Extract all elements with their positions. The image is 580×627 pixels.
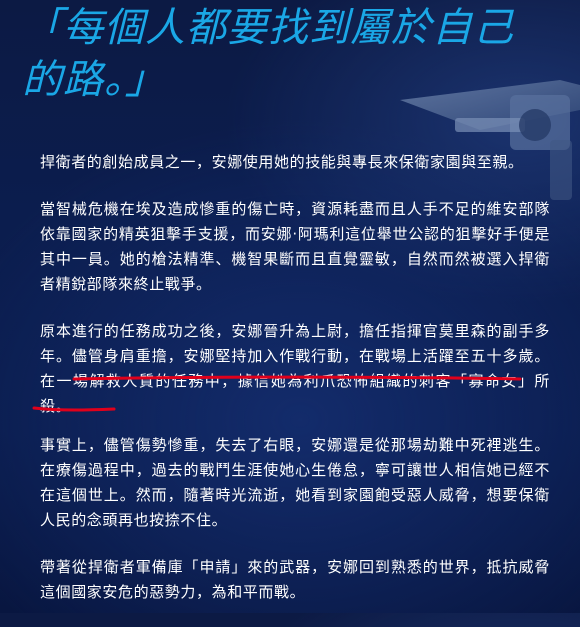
- paragraph-5: 帶著從捍衛者軍備庫「申請」來的武器，安娜回到熟悉的世界，抵抗威脅這個國家安危的惡…: [40, 558, 550, 601]
- paragraph-2: 當智械危機在埃及造成慘重的傷亡時，資源耗盡而且人手不足的維安部隊依靠國家的精英狙…: [40, 200, 550, 293]
- paragraph-3-text: 原本進行的任務成功之後，安娜晉升為上尉，擔任指揮官莫里森的副手多年。儘管身肩重擔…: [40, 322, 550, 365]
- paragraph-1: 捍衛者的創始成員之一，安娜使用她的技能與專長來保衛家園與至親。: [40, 153, 524, 171]
- quote-title: 「每個人都要找到屬於自己的路。」: [22, 5, 514, 103]
- red-underline-annotation: [32, 375, 522, 412]
- paragraph-4: 事實上，儘管傷勢慘重，失去了右眼，安娜還是從那場劫難中死裡逃生。在療傷過程中，過…: [40, 436, 550, 529]
